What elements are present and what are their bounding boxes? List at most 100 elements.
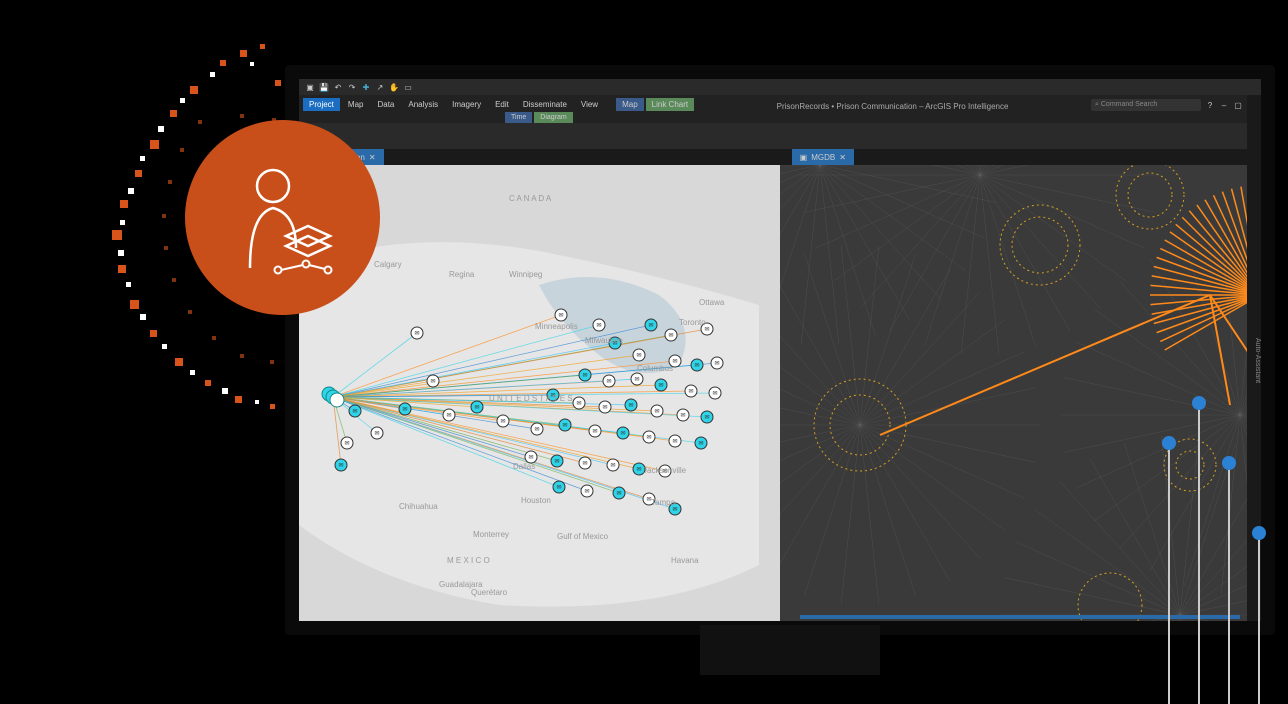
svg-text:✉: ✉	[704, 327, 709, 333]
svg-text:Tampa: Tampa	[651, 498, 676, 507]
svg-text:✉: ✉	[636, 467, 641, 473]
svg-text:✉: ✉	[374, 431, 379, 437]
select-icon[interactable]: ▭	[403, 82, 413, 92]
svg-text:Dallas: Dallas	[513, 462, 535, 471]
svg-text:✉: ✉	[616, 491, 621, 497]
svg-text:✉: ✉	[672, 359, 677, 365]
svg-text:✉: ✉	[338, 463, 343, 469]
svg-text:✉: ✉	[592, 429, 597, 435]
svg-text:✉: ✉	[352, 409, 357, 415]
svg-text:✉: ✉	[688, 389, 693, 395]
svg-text:✉: ✉	[582, 461, 587, 467]
svg-text:✉: ✉	[668, 333, 673, 339]
svg-text:✉: ✉	[402, 407, 407, 413]
ribbon-body	[299, 123, 1261, 149]
document-tabs: …ommunication ✕ ▣ MGDB ✕	[299, 149, 1261, 165]
svg-text:✉: ✉	[500, 419, 505, 425]
svg-text:✉: ✉	[576, 401, 581, 407]
tab-data[interactable]: Data	[371, 98, 400, 111]
command-search[interactable]: ⌕ Command Search	[1091, 99, 1201, 111]
ctx-group-map[interactable]: Map	[616, 98, 644, 111]
undo-icon[interactable]: ↶	[333, 82, 343, 92]
tab-time[interactable]: Time	[505, 112, 532, 123]
svg-text:Havana: Havana	[671, 556, 699, 565]
ctx-group-linkchart[interactable]: Link Chart	[646, 98, 694, 111]
svg-text:✉: ✉	[534, 427, 539, 433]
app-title: PrisonRecords • Prison Communication – A…	[696, 102, 1089, 111]
ribbon-tabs: Project Map Data Analysis Imagery Edit D…	[299, 95, 1261, 111]
svg-text:Gulf of Mexico: Gulf of Mexico	[557, 532, 609, 541]
redo-icon[interactable]: ↷	[347, 82, 357, 92]
svg-text:✉: ✉	[634, 377, 639, 383]
svg-text:Minneapolis: Minneapolis	[535, 322, 578, 331]
svg-text:✉: ✉	[344, 441, 349, 447]
svg-text:✉: ✉	[414, 331, 419, 337]
svg-text:✉: ✉	[582, 373, 587, 379]
timeline-scrubber[interactable]	[800, 615, 1240, 619]
svg-text:✉: ✉	[562, 423, 567, 429]
add-icon[interactable]: ✚	[361, 82, 371, 92]
svg-text:✉: ✉	[620, 431, 625, 437]
app-icon: ▣	[305, 82, 315, 92]
save-icon[interactable]: 💾	[319, 82, 329, 92]
svg-text:✉: ✉	[584, 489, 589, 495]
svg-text:✉: ✉	[714, 361, 719, 367]
svg-text:✉: ✉	[654, 409, 659, 415]
tab-view[interactable]: View	[575, 98, 604, 111]
svg-text:✉: ✉	[558, 313, 563, 319]
svg-text:✉: ✉	[446, 413, 451, 419]
svg-text:Winnipeg: Winnipeg	[509, 270, 542, 279]
app-window: ▣ 💾 ↶ ↷ ✚ ↗ ✋ ▭ Project Map Data Analysi…	[285, 65, 1275, 635]
close-icon[interactable]: ✕	[369, 153, 376, 162]
svg-text:Milwaukee: Milwaukee	[585, 336, 623, 345]
svg-text:Columbus: Columbus	[637, 364, 673, 373]
svg-text:✉: ✉	[430, 379, 435, 385]
tab-disseminate[interactable]: Disseminate	[517, 98, 573, 111]
arrow-icon[interactable]: ↗	[375, 82, 385, 92]
link-chart-view[interactable]	[780, 165, 1261, 633]
quick-access-toolbar: ▣ 💾 ↶ ↷ ✚ ↗ ✋ ▭	[299, 79, 1261, 95]
svg-text:✉: ✉	[646, 435, 651, 441]
svg-text:✉: ✉	[474, 405, 479, 411]
maximize-icon[interactable]: ▢	[1233, 100, 1243, 110]
tab-analysis[interactable]: Analysis	[402, 98, 444, 111]
pane-container: ✉ ✉ ✉ ✉ ✉ ✉ ✉ ✉ ✉ ✉ ✉ ✉ ✉ ✉ ✉ ✉ ✉ ✉ ✉ ✉ ✉ ✉ ✉ ✉ ✉ ✉ ✉ ✉ ✉ ✉ ✉ ✉ ✉ ✉ ✉ ✉ ✉ ✉ ✉ ✉…	[299, 165, 1261, 633]
svg-text:✉: ✉	[672, 507, 677, 513]
svg-text:✉: ✉	[596, 323, 601, 329]
doc-tab-graph[interactable]: ▣ MGDB ✕	[792, 149, 854, 165]
svg-text:✉: ✉	[698, 441, 703, 447]
svg-text:✉: ✉	[628, 403, 633, 409]
tab-map[interactable]: Map	[342, 98, 370, 111]
svg-text:✉: ✉	[694, 363, 699, 369]
svg-text:C A N A D A: C A N A D A	[509, 194, 552, 203]
svg-text:Houston: Houston	[521, 496, 551, 505]
svg-text:✉: ✉	[636, 353, 641, 359]
svg-text:✉: ✉	[658, 383, 663, 389]
svg-text:Calgary: Calgary	[374, 260, 402, 269]
svg-text:Chihuahua: Chihuahua	[399, 502, 438, 511]
pan-icon[interactable]: ✋	[389, 82, 399, 92]
minimize-icon[interactable]: –	[1219, 100, 1229, 110]
svg-text:✉: ✉	[672, 439, 677, 445]
tab-imagery[interactable]: Imagery	[446, 98, 487, 111]
svg-text:✉: ✉	[606, 379, 611, 385]
svg-text:✉: ✉	[554, 459, 559, 465]
svg-text:✉: ✉	[648, 323, 653, 329]
tab-diagram[interactable]: Diagram	[534, 112, 572, 123]
help-icon[interactable]: ?	[1205, 100, 1215, 110]
monitor-stand	[700, 625, 880, 675]
tab-edit[interactable]: Edit	[489, 98, 515, 111]
svg-text:Jacksonville: Jacksonville	[643, 466, 687, 475]
tab-project[interactable]: Project	[303, 98, 340, 111]
svg-text:Monterrey: Monterrey	[473, 530, 509, 539]
analyst-icon	[228, 158, 338, 278]
svg-text:U N I T E D S T A T E S: U N I T E D S T A T E S	[489, 394, 573, 403]
close-icon[interactable]: ✕	[839, 153, 846, 162]
ribbon-subtabs: Time Diagram	[299, 111, 1261, 123]
doc-tab-graph-label: MGDB	[811, 153, 835, 162]
svg-text:Querétaro: Querétaro	[471, 588, 508, 597]
svg-text:✉: ✉	[602, 405, 607, 411]
link-chart-canvas	[780, 165, 1261, 633]
svg-text:✉: ✉	[556, 485, 561, 491]
svg-text:M E X I C O: M E X I C O	[447, 556, 490, 565]
